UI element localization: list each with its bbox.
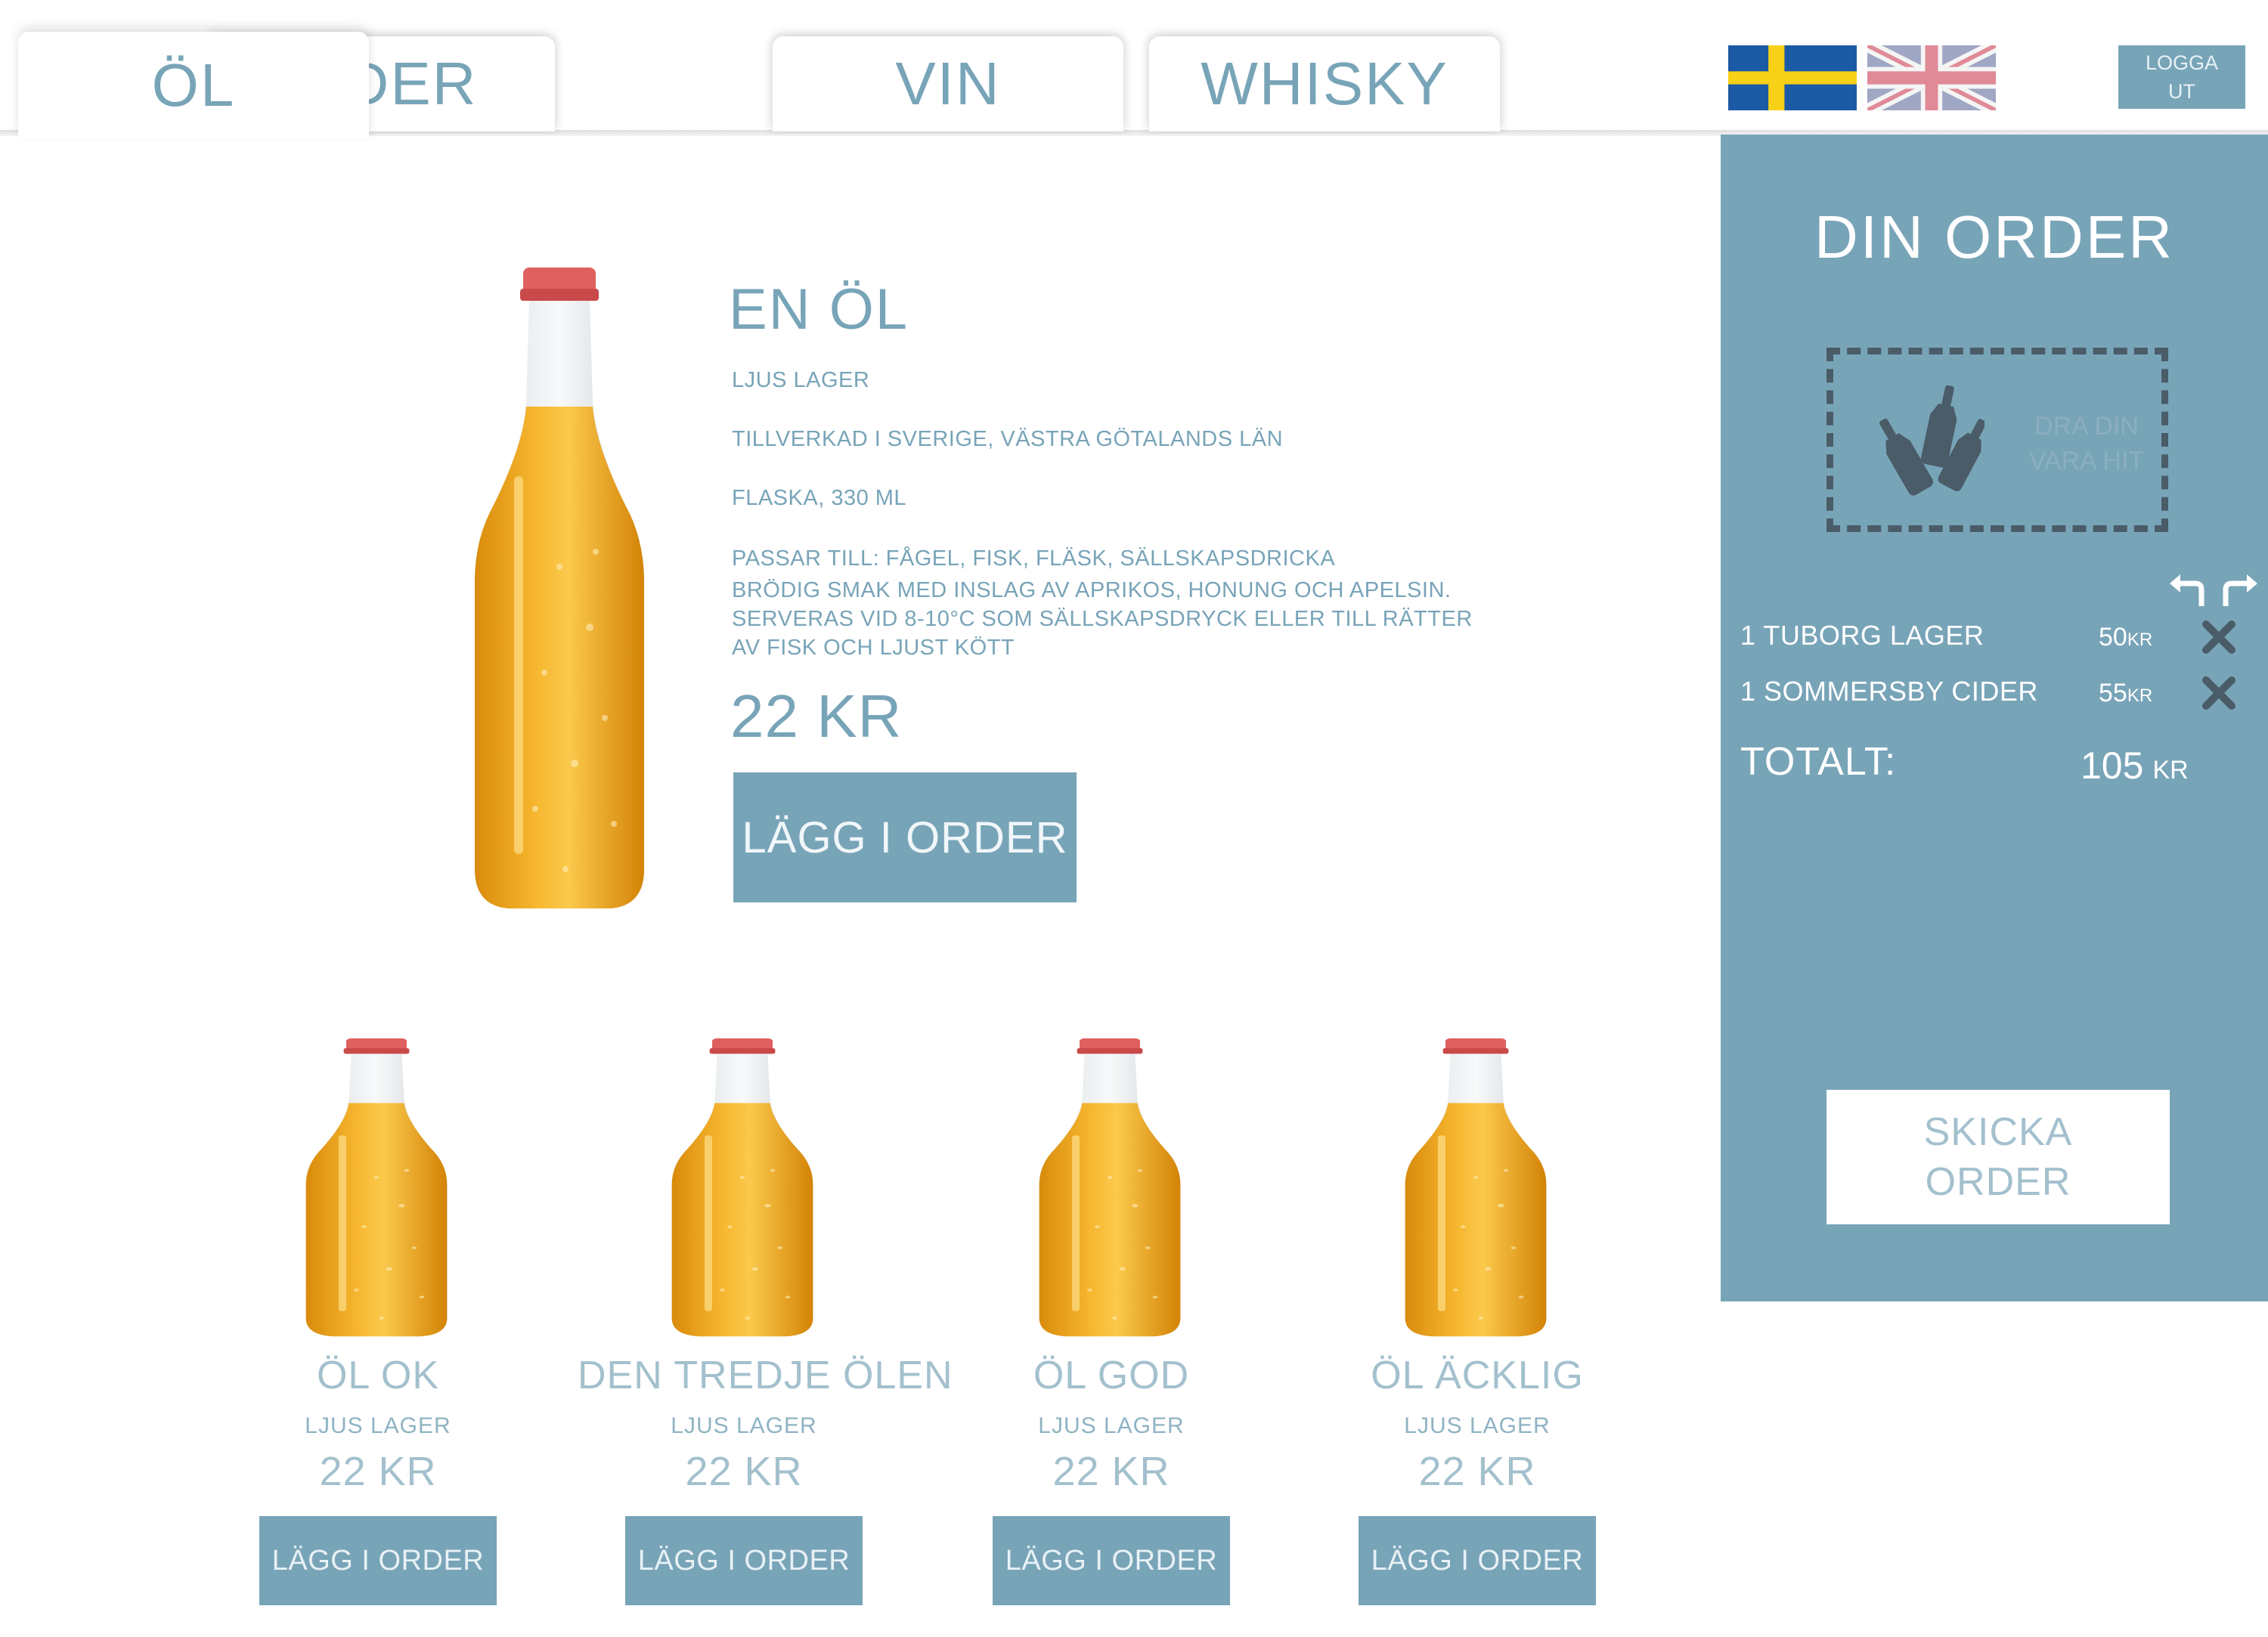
product-style: LJUS LAGER — [1404, 1413, 1551, 1438]
order-item-name: 1 TUBORG LAGER — [1740, 620, 1984, 651]
send-order-label-line1: SKICKA — [1923, 1110, 2073, 1154]
beer-bottle-image — [667, 1037, 818, 1339]
featured-package: FLASKA, 330 ML — [732, 486, 907, 510]
add-to-order-button[interactable]: LÄGG I ORDER — [259, 1516, 497, 1605]
product-name: DEN TREDJE ÖLEN — [578, 1354, 953, 1397]
featured-product-name: EN ÖL — [729, 277, 909, 342]
product-name: ÖL ÄCKLIG — [1371, 1354, 1584, 1397]
tab-vin[interactable]: VIN — [773, 36, 1123, 132]
tab-whisky[interactable]: WHISKY — [1149, 36, 1500, 132]
product-style: LJUS LAGER — [671, 1413, 817, 1438]
swedish-flag-icon[interactable] — [1728, 45, 1857, 110]
redo-icon[interactable] — [2220, 573, 2259, 608]
add-to-order-button[interactable]: LÄGG I ORDER — [625, 1516, 863, 1605]
order-item: 1 TUBORG LAGER 50KR — [1740, 620, 2254, 665]
featured-style: LJUS LAGER — [732, 368, 870, 392]
product-card[interactable]: ÖL OK LJUS LAGER 22 KR LÄGG I ORDER — [212, 1028, 544, 1617]
remove-icon[interactable] — [2201, 676, 2236, 710]
dropzone-hint-line2: VARA HIT — [2028, 447, 2145, 475]
logout-label-line2: UT — [2168, 80, 2195, 103]
order-panel: DIN ORDER DRA DIN VARA HIT 1 TUBORG LAGE… — [1721, 135, 2268, 1301]
dropzone-hint: DRA DIN VARA HIT — [2015, 409, 2158, 478]
order-title: DIN ORDER — [1814, 203, 2174, 271]
product-name: ÖL OK — [316, 1354, 439, 1397]
product-price: 22 KR — [319, 1449, 437, 1494]
send-order-label-line2: ORDER — [1925, 1160, 2071, 1204]
tab-ol[interactable]: ÖL — [18, 32, 369, 139]
featured-origin: TILLVERKAD I SVERIGE, VÄSTRA GÖTALANDS L… — [732, 427, 1284, 451]
logout-button[interactable]: LOGGA UT — [2118, 45, 2245, 109]
featured-add-to-order-button[interactable]: LÄGG I ORDER — [733, 772, 1077, 902]
order-item-name: 1 SOMMERSBY CIDER — [1740, 676, 2038, 707]
featured-description-line: AV FISK OCH LJUST KÖTT — [732, 636, 1015, 660]
order-item-price-value: 50 — [2099, 623, 2127, 651]
product-name: ÖL GOD — [1033, 1354, 1190, 1397]
order-item-price: 55KR — [2099, 679, 2152, 708]
featured-description-line: SERVERAS VID 8-10°C SOM SÄLLSKAPSDRYCK E… — [732, 607, 1473, 631]
order-total-label: TOTALT: — [1740, 740, 1897, 784]
order-total-unit: KR — [2152, 756, 2189, 784]
beer-bottle-image — [1034, 1037, 1185, 1339]
product-card[interactable]: DEN TREDJE ÖLEN LJUS LAGER 22 KR LÄGG I … — [578, 1028, 953, 1617]
product-card[interactable]: ÖL ÄCKLIG LJUS LAGER 22 KR LÄGG I ORDER — [1311, 1028, 1644, 1617]
order-item-price-value: 55 — [2099, 679, 2127, 707]
order-item: 1 SOMMERSBY CIDER 55KR — [1740, 676, 2254, 721]
order-dropzone[interactable]: DRA DIN VARA HIT — [1826, 348, 2168, 532]
beer-bottle-image — [1400, 1037, 1551, 1339]
product-price: 22 KR — [1052, 1449, 1170, 1494]
order-item-price: 50KR — [2099, 623, 2152, 652]
featured-pairs-with: PASSAR TILL: FÅGEL, FISK, FLÄSK, SÄLLSKA… — [732, 546, 1336, 571]
remove-icon[interactable] — [2201, 620, 2236, 654]
add-to-order-button[interactable]: LÄGG I ORDER — [993, 1516, 1230, 1605]
featured-price: 22 KR — [730, 682, 903, 750]
order-total-value: 105 — [2081, 744, 2144, 787]
product-card[interactable]: ÖL GOD LJUS LAGER 22 KR LÄGG I ORDER — [945, 1028, 1278, 1617]
order-total: 105 KR — [2081, 744, 2189, 788]
add-to-order-button[interactable]: LÄGG I ORDER — [1359, 1516, 1596, 1605]
featured-beer-bottle-image — [469, 265, 650, 914]
logout-label-line1: LOGGA — [2145, 51, 2219, 74]
undo-icon[interactable] — [2168, 573, 2208, 608]
send-order-button[interactable]: SKICKA ORDER — [1826, 1090, 2170, 1224]
product-price: 22 KR — [1418, 1449, 1536, 1494]
order-item-price-unit: KR — [2127, 685, 2153, 706]
uk-flag-icon[interactable] — [1867, 45, 1996, 110]
bottles-icon — [1879, 385, 1984, 496]
top-bar: CIDER VIN WHISKY ÖL LOGGA UT — [0, 0, 2268, 139]
product-price: 22 KR — [685, 1449, 803, 1494]
dropzone-hint-line1: DRA DIN — [2034, 412, 2139, 441]
product-style: LJUS LAGER — [1038, 1413, 1185, 1438]
product-style: LJUS LAGER — [305, 1413, 451, 1438]
beer-bottle-image — [301, 1037, 452, 1339]
featured-description-line: BRÖDIG SMAK MED INSLAG AV APRIKOS, HONUN… — [732, 578, 1452, 602]
order-item-price-unit: KR — [2127, 630, 2153, 650]
